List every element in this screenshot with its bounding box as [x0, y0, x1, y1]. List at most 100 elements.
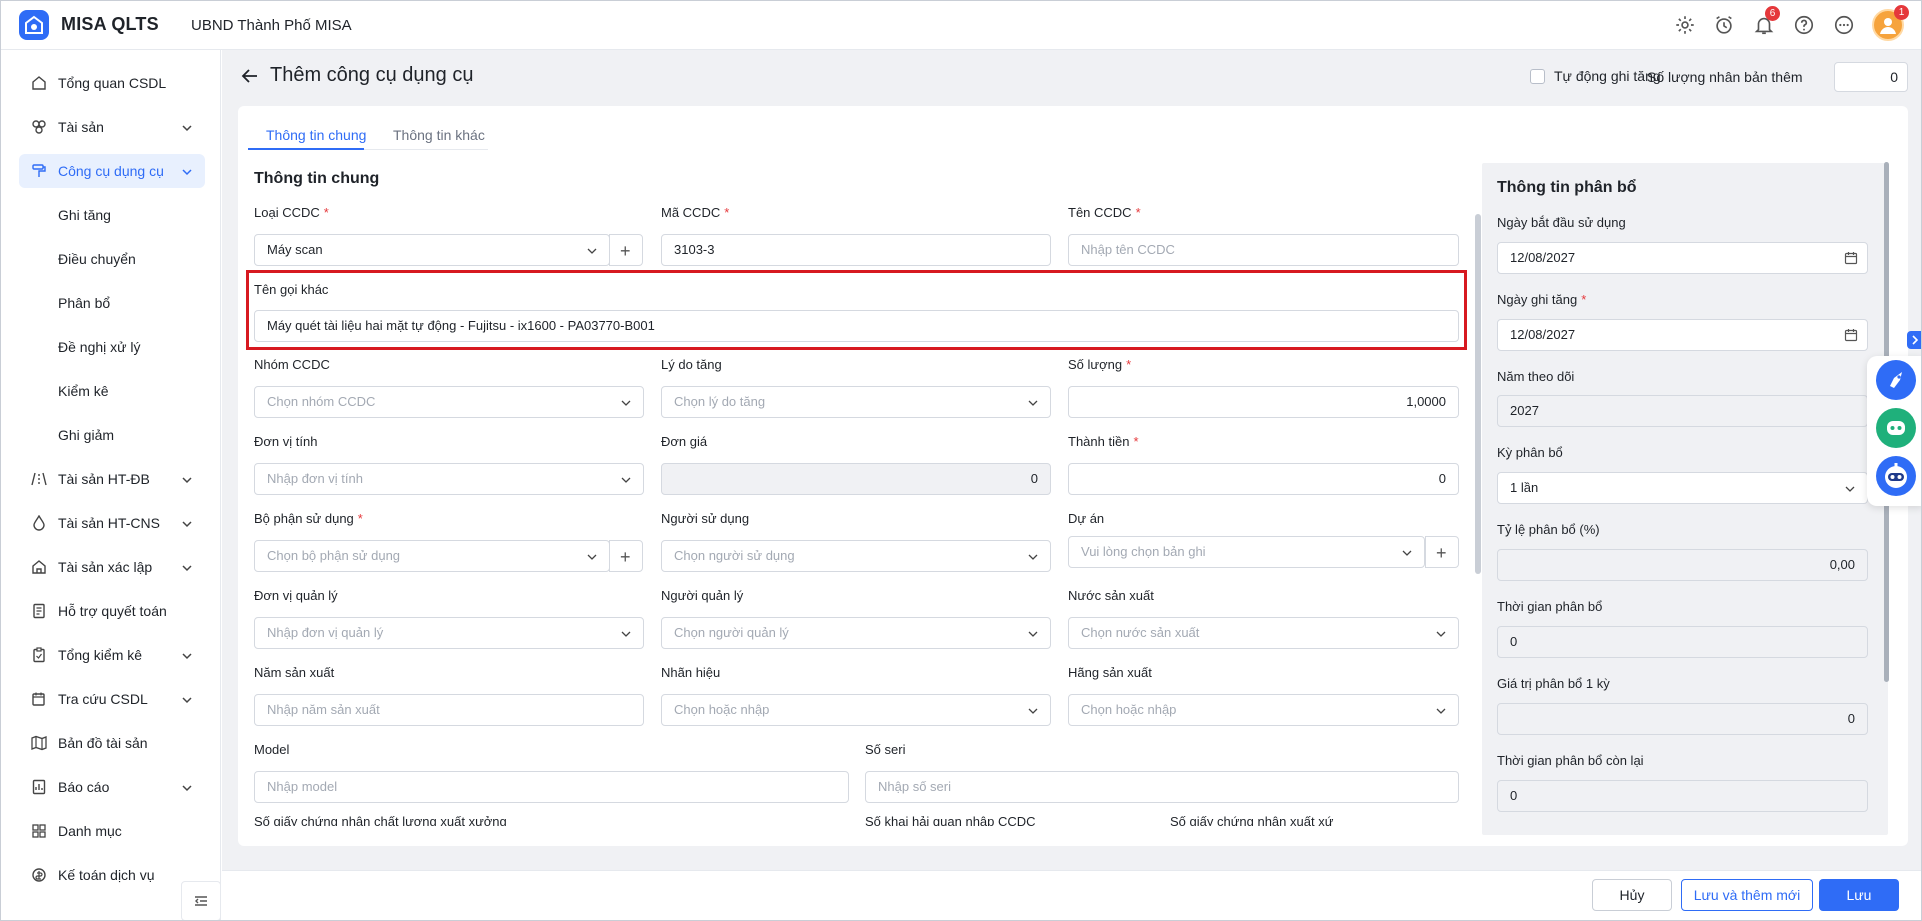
- sidebar-item-tools[interactable]: Công cụ dụng cụ: [19, 154, 205, 188]
- chevron-down-icon: [1436, 631, 1446, 637]
- so-luong-label: Số lượng *: [1068, 357, 1132, 372]
- ten-ccdc-input[interactable]: Nhập tên CCDC: [1068, 234, 1459, 266]
- copies-input[interactable]: 0: [1834, 62, 1908, 92]
- bo-phan-su-dung-select[interactable]: Chọn bộ phận sử dụng: [254, 540, 610, 572]
- allocation-rate-label: Tỷ lệ phân bổ (%): [1497, 522, 1600, 537]
- auto-record-label: Tự động ghi tăng: [1554, 68, 1661, 84]
- top-header: MISA QLTS UBND Thành Phố MISA 6 1: [1, 1, 1921, 50]
- robot-assistant-icon[interactable]: [1876, 456, 1916, 496]
- loai-ccdc-select[interactable]: Máy scan: [254, 234, 610, 266]
- don-gia-label: Đơn giá: [661, 434, 708, 449]
- allocation-duration-input: 0: [1497, 626, 1868, 658]
- so-luong-input[interactable]: 1,0000: [1068, 386, 1459, 418]
- form-scrollbar[interactable]: [1475, 214, 1481, 574]
- add-bo-phan-button[interactable]: +: [609, 540, 643, 572]
- loai-ccdc-label: Loại CCDC *: [254, 205, 329, 220]
- record-date-input[interactable]: 12/08/2027: [1497, 319, 1868, 351]
- sidebar-item-label: Tổng kiểm kê: [58, 647, 143, 663]
- subitem-record-increase[interactable]: Ghi tăng: [58, 207, 111, 223]
- ma-ccdc-input[interactable]: 3103-3: [661, 234, 1051, 266]
- chevron-down-icon: [181, 781, 193, 793]
- subitem-inventory[interactable]: Kiểm kê: [58, 383, 109, 399]
- save-button[interactable]: Lưu: [1819, 879, 1899, 911]
- paint-roller-icon: [31, 163, 47, 179]
- collapse-sidebar-button[interactable]: [181, 881, 221, 920]
- allocation-period-label: Kỳ phân bổ: [1497, 445, 1563, 460]
- sidebar-item-reports[interactable]: Báo cáo: [19, 770, 205, 804]
- avatar-badge: 1: [1894, 5, 1909, 20]
- don-vi-quan-ly-select[interactable]: Nhập đơn vị quản lý: [254, 617, 644, 649]
- nhan-hieu-select[interactable]: Chọn hoặc nhập: [661, 694, 1051, 726]
- back-arrow-icon[interactable]: [240, 66, 260, 86]
- ly-do-tang-select[interactable]: Chọn lý do tăng: [661, 386, 1051, 418]
- sidebar-item-assets[interactable]: Tài sản: [19, 110, 205, 144]
- du-an-select[interactable]: Vui lòng chọn bản ghi: [1068, 536, 1425, 568]
- ma-ccdc-label: Mã CCDC *: [661, 205, 730, 220]
- subitem-allocation[interactable]: Phân bổ: [58, 295, 110, 311]
- sidebar-item-established-assets[interactable]: Tài sản xác lập: [19, 550, 205, 584]
- rocket-icon[interactable]: [1876, 360, 1916, 400]
- sidebar-item-asset-map[interactable]: Bản đồ tài sản: [19, 726, 205, 760]
- sidebar-item-db-lookup[interactable]: Tra cứu CSDL: [19, 682, 205, 716]
- nam-san-xuat-input[interactable]: Nhập năm sản xuất: [254, 694, 644, 726]
- chevron-down-icon: [1845, 486, 1855, 492]
- hang-san-xuat-select[interactable]: Chọn hoặc nhập: [1068, 694, 1459, 726]
- tab-other-info[interactable]: Thông tin khác: [393, 127, 485, 143]
- copies-label: Số lượng nhân bản thêm: [1647, 69, 1803, 85]
- nuoc-san-xuat-select[interactable]: Chọn nước sản xuất: [1068, 617, 1459, 649]
- cancel-button[interactable]: Hủy: [1592, 879, 1672, 911]
- tracking-year-label: Năm theo dõi: [1497, 369, 1575, 384]
- add-loai-ccdc-button[interactable]: +: [609, 234, 643, 266]
- nguoi-su-dung-select[interactable]: Chọn người sử dụng: [661, 540, 1051, 572]
- accounting-icon: [31, 867, 47, 883]
- chevron-down-icon: [181, 473, 193, 485]
- add-du-an-button[interactable]: +: [1425, 536, 1459, 568]
- nhom-ccdc-select[interactable]: Chọn nhóm CCDC: [254, 386, 644, 418]
- don-vi-tinh-select[interactable]: Nhập đơn vị tính: [254, 463, 644, 495]
- chevron-down-icon: [181, 693, 193, 705]
- sidebar-item-settlement-support[interactable]: Hỗ trợ quyết toán: [19, 594, 205, 628]
- remaining-time-input: 0: [1497, 780, 1868, 812]
- subitem-transfer[interactable]: Điều chuyển: [58, 251, 136, 267]
- sidebar-item-overview[interactable]: Tổng quan CSDL: [19, 66, 205, 100]
- sidebar-item-label: Tài sản: [58, 119, 104, 135]
- misa-logo-icon[interactable]: [19, 10, 49, 40]
- nguoi-quan-ly-select[interactable]: Chọn người quản lý: [661, 617, 1051, 649]
- help-icon[interactable]: [1793, 14, 1815, 36]
- thanh-tien-input[interactable]: 0: [1068, 463, 1459, 495]
- user-avatar[interactable]: 1: [1872, 5, 1909, 41]
- subitem-record-decrease[interactable]: Ghi giảm: [58, 427, 114, 443]
- bell-icon[interactable]: 6: [1753, 6, 1780, 36]
- sidebar-item-label: Tổng quan CSDL: [58, 75, 167, 91]
- calendar-icon: [1844, 329, 1858, 342]
- gear-icon[interactable]: [1674, 14, 1696, 36]
- subitem-disposal-request[interactable]: Đề nghị xử lý: [58, 339, 141, 355]
- start-date-input[interactable]: 12/08/2027: [1497, 242, 1868, 274]
- tab-general-info[interactable]: Thông tin chung: [266, 127, 366, 143]
- calendar-icon: [1844, 252, 1858, 265]
- chatbot-icon[interactable]: [1876, 408, 1916, 448]
- so-seri-input[interactable]: Nhập số seri: [865, 771, 1459, 803]
- auto-record-checkbox[interactable]: [1530, 69, 1545, 84]
- sidebar-item-label: Tài sản HT-ĐB: [58, 471, 150, 487]
- model-input[interactable]: Nhập model: [254, 771, 849, 803]
- highlight-box: [246, 270, 1467, 350]
- sidebar-item-label: Kế toán dịch vụ: [58, 867, 155, 883]
- sidebar-item-infrastructure-water[interactable]: Tài sản HT-CNS: [19, 506, 205, 540]
- required-marker: *: [724, 205, 730, 220]
- expand-panel-button[interactable]: [1907, 331, 1921, 349]
- sidebar-item-general-inventory[interactable]: Tổng kiểm kê: [19, 638, 205, 672]
- sidebar: Tổng quan CSDL Tài sản Công cụ dụng cụ G…: [1, 50, 221, 920]
- notification-badge: 6: [1765, 6, 1780, 21]
- tracking-year-input: 2027: [1497, 395, 1868, 427]
- more-icon[interactable]: [1833, 14, 1855, 36]
- save-and-new-button[interactable]: Lưu và thêm mới: [1681, 879, 1813, 911]
- sidebar-item-categories[interactable]: Danh mục: [19, 814, 205, 848]
- sidebar-item-service-accounting[interactable]: Kế toán dịch vụ: [19, 858, 205, 892]
- allocation-period-select[interactable]: 1 lần: [1497, 472, 1868, 504]
- chevron-down-icon: [621, 400, 631, 406]
- document-icon: [31, 603, 47, 619]
- alarm-clock-icon[interactable]: [1713, 14, 1735, 36]
- bo-phan-su-dung-label: Bộ phận sử dụng *: [254, 511, 363, 526]
- sidebar-item-infrastructure-road[interactable]: Tài sản HT-ĐB: [19, 462, 205, 496]
